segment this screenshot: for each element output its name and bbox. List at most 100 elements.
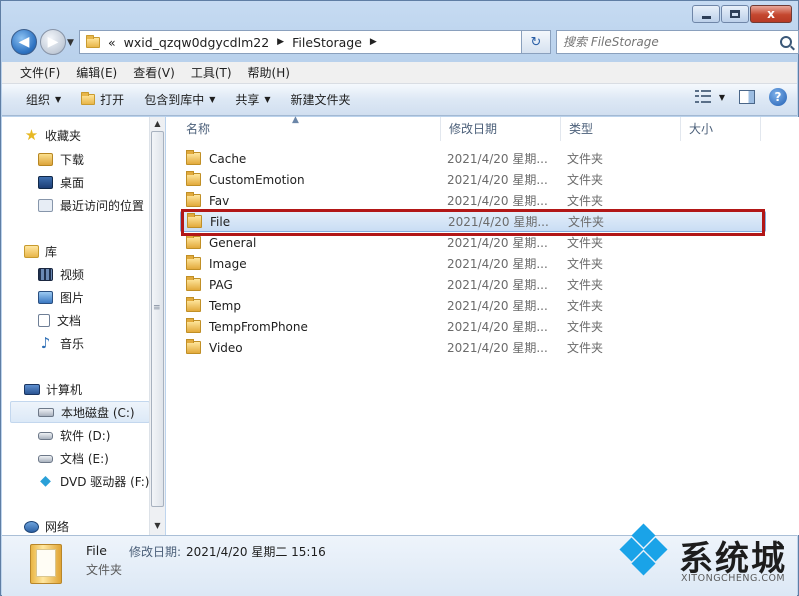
help-icon[interactable]: ?	[769, 88, 787, 106]
library-icon	[24, 245, 39, 258]
minimize-button[interactable]	[692, 5, 720, 23]
file-name-cell: General	[186, 234, 256, 250]
scrollbar-thumb[interactable]	[151, 131, 164, 507]
menu-tools[interactable]: 工具(T)	[183, 64, 240, 81]
file-row[interactable]: Video 2021/4/20 星期... 文件夹	[180, 337, 766, 358]
nav-computer[interactable]: 计算机	[24, 381, 82, 398]
file-date: 2021/4/20 星期...	[447, 194, 548, 208]
nav-favorites[interactable]: ★ 收藏夹	[24, 127, 81, 144]
computer-icon	[24, 384, 40, 395]
nav-label: 文档 (E:)	[60, 452, 109, 466]
change-view-button[interactable]: ▼	[694, 90, 725, 104]
breadcrumb-item[interactable]: FileStorage	[292, 35, 362, 50]
nav-libraries[interactable]: 库	[24, 243, 57, 260]
file-name-cell: Temp	[186, 297, 241, 313]
nav-label: 最近访问的位置	[60, 199, 145, 213]
caret-down-icon: ▼	[264, 95, 271, 104]
breadcrumb-overflow[interactable]: «	[108, 35, 116, 50]
arrow-right-icon: ▶	[47, 34, 59, 50]
document-icon	[38, 314, 50, 327]
scroll-down-icon[interactable]: ▼	[150, 521, 165, 530]
file-list: 名称 ▲ 修改日期 类型 大小 Cache 2021/4/20 星期... 文件夹 Cu…	[166, 115, 799, 535]
file-date: 2021/4/20 星期...	[447, 278, 548, 292]
arrow-left-icon: ◀	[18, 34, 30, 50]
chevron-right-icon[interactable]: ▶	[370, 37, 377, 47]
search-icon[interactable]	[780, 36, 792, 48]
nav-videos[interactable]: 视频	[38, 266, 84, 283]
nav-drive-c[interactable]: 本地磁盘 (C:)	[38, 404, 135, 421]
folder-icon	[186, 339, 201, 354]
file-date: 2021/4/20 星期...	[447, 320, 548, 334]
breadcrumb-item[interactable]: wxid_qzqw0dgycdlm22	[124, 35, 270, 50]
file-name: CustomEmotion	[209, 172, 305, 187]
nav-drive-f[interactable]: ◆ DVD 驱动器 (F:)	[38, 473, 149, 490]
file-row[interactable]: TempFromPhone 2021/4/20 星期... 文件夹	[180, 316, 766, 337]
file-date: 2021/4/20 星期...	[447, 299, 548, 313]
scroll-up-icon[interactable]: ▲	[150, 119, 165, 128]
watermark-url: XITONGCHENG.COM	[681, 573, 786, 584]
menu-help[interactable]: 帮助(H)	[240, 64, 298, 81]
organize-button[interactable]: 组织 ▼	[16, 87, 71, 113]
nav-label: 收藏夹	[45, 129, 82, 143]
nav-drive-e[interactable]: 文档 (E:)	[38, 450, 109, 467]
nav-drive-d[interactable]: 软件 (D:)	[38, 427, 110, 444]
file-name: Temp	[209, 298, 241, 313]
file-name-cell: PAG	[186, 276, 233, 292]
refresh-button[interactable]: ↻	[521, 30, 551, 54]
file-row[interactable]: Cache 2021/4/20 星期... 文件夹	[180, 148, 766, 169]
search-input[interactable]	[563, 35, 780, 49]
hard-drive-icon	[38, 408, 54, 417]
nav-downloads[interactable]: 下载	[38, 151, 84, 168]
grip-icon: ≡	[153, 303, 161, 313]
details-modified-value: 2021/4/20 星期二 15:16	[186, 545, 326, 559]
file-type: 文件夹	[567, 341, 604, 355]
column-name[interactable]: 名称 ▲	[166, 115, 441, 141]
column-label: 大小	[689, 122, 714, 136]
file-row[interactable]: CustomEmotion 2021/4/20 星期... 文件夹	[180, 169, 766, 190]
file-name: Video	[209, 340, 243, 355]
column-size[interactable]: 大小	[681, 117, 761, 141]
menu-view[interactable]: 查看(V)	[125, 64, 183, 81]
back-button[interactable]: ◀	[11, 29, 37, 55]
nav-music[interactable]: ♪ 音乐	[38, 335, 84, 352]
address-bar[interactable]: « wxid_qzqw0dgycdlm22 ▶ FileStorage ▶	[79, 30, 523, 54]
minimize-icon	[701, 15, 711, 19]
file-row[interactable]: PAG 2021/4/20 星期... 文件夹	[180, 274, 766, 295]
column-type[interactable]: 类型	[561, 117, 681, 141]
column-label: 修改日期	[449, 122, 498, 136]
include-library-button[interactable]: 包含到库中 ▼	[134, 87, 225, 113]
menu-edit[interactable]: 编辑(E)	[68, 64, 125, 81]
file-type: 文件夹	[567, 152, 604, 166]
share-button[interactable]: 共享 ▼	[225, 87, 280, 113]
file-row[interactable]: Fav 2021/4/20 星期... 文件夹	[180, 190, 766, 211]
downloads-folder-icon	[38, 153, 53, 166]
nav-pictures[interactable]: 图片	[38, 289, 84, 306]
menu-file[interactable]: 文件(F)	[12, 64, 68, 81]
nav-recent-places[interactable]: 最近访问的位置	[38, 197, 144, 214]
chevron-right-icon[interactable]: ▶	[277, 37, 284, 47]
nav-desktop[interactable]: 桌面	[38, 174, 84, 191]
nav-documents[interactable]: 文档	[38, 312, 81, 329]
column-date[interactable]: 修改日期	[441, 117, 561, 141]
forward-button[interactable]: ▶	[40, 29, 66, 55]
folder-icon	[186, 318, 201, 333]
watermark-logo: 系统城 XITONGCHENG.COM	[607, 521, 797, 591]
nav-label: 文档	[57, 314, 82, 328]
command-bar: 组织 ▼ 打开 包含到库中 ▼ 共享 ▼ 新建文件夹 ▼ ?	[2, 84, 797, 116]
open-folder-icon	[81, 92, 96, 105]
file-name-cell: Cache	[186, 150, 246, 166]
file-row[interactable]: Temp 2021/4/20 星期... 文件夹	[180, 295, 766, 316]
recent-pages-dropdown[interactable]: ▼	[67, 38, 74, 48]
search-box[interactable]	[556, 30, 799, 54]
file-row[interactable]: Image 2021/4/20 星期... 文件夹	[180, 253, 766, 274]
close-button[interactable]: x	[750, 5, 792, 23]
nav-label: 本地磁盘 (C:)	[61, 406, 135, 420]
maximize-button[interactable]	[721, 5, 749, 23]
open-button[interactable]: 打开	[71, 87, 134, 113]
file-date: 2021/4/20 星期...	[447, 173, 548, 187]
explorer-window: x ◀ ▶ ▼ « wxid_qzqw0dgycdlm22 ▶ FileStor…	[0, 0, 799, 596]
nav-network[interactable]: 网络	[24, 518, 69, 535]
preview-pane-icon[interactable]	[739, 90, 755, 104]
nav-scrollbar[interactable]: ▲ ≡ ▼	[149, 117, 165, 535]
folder-icon	[186, 192, 201, 207]
